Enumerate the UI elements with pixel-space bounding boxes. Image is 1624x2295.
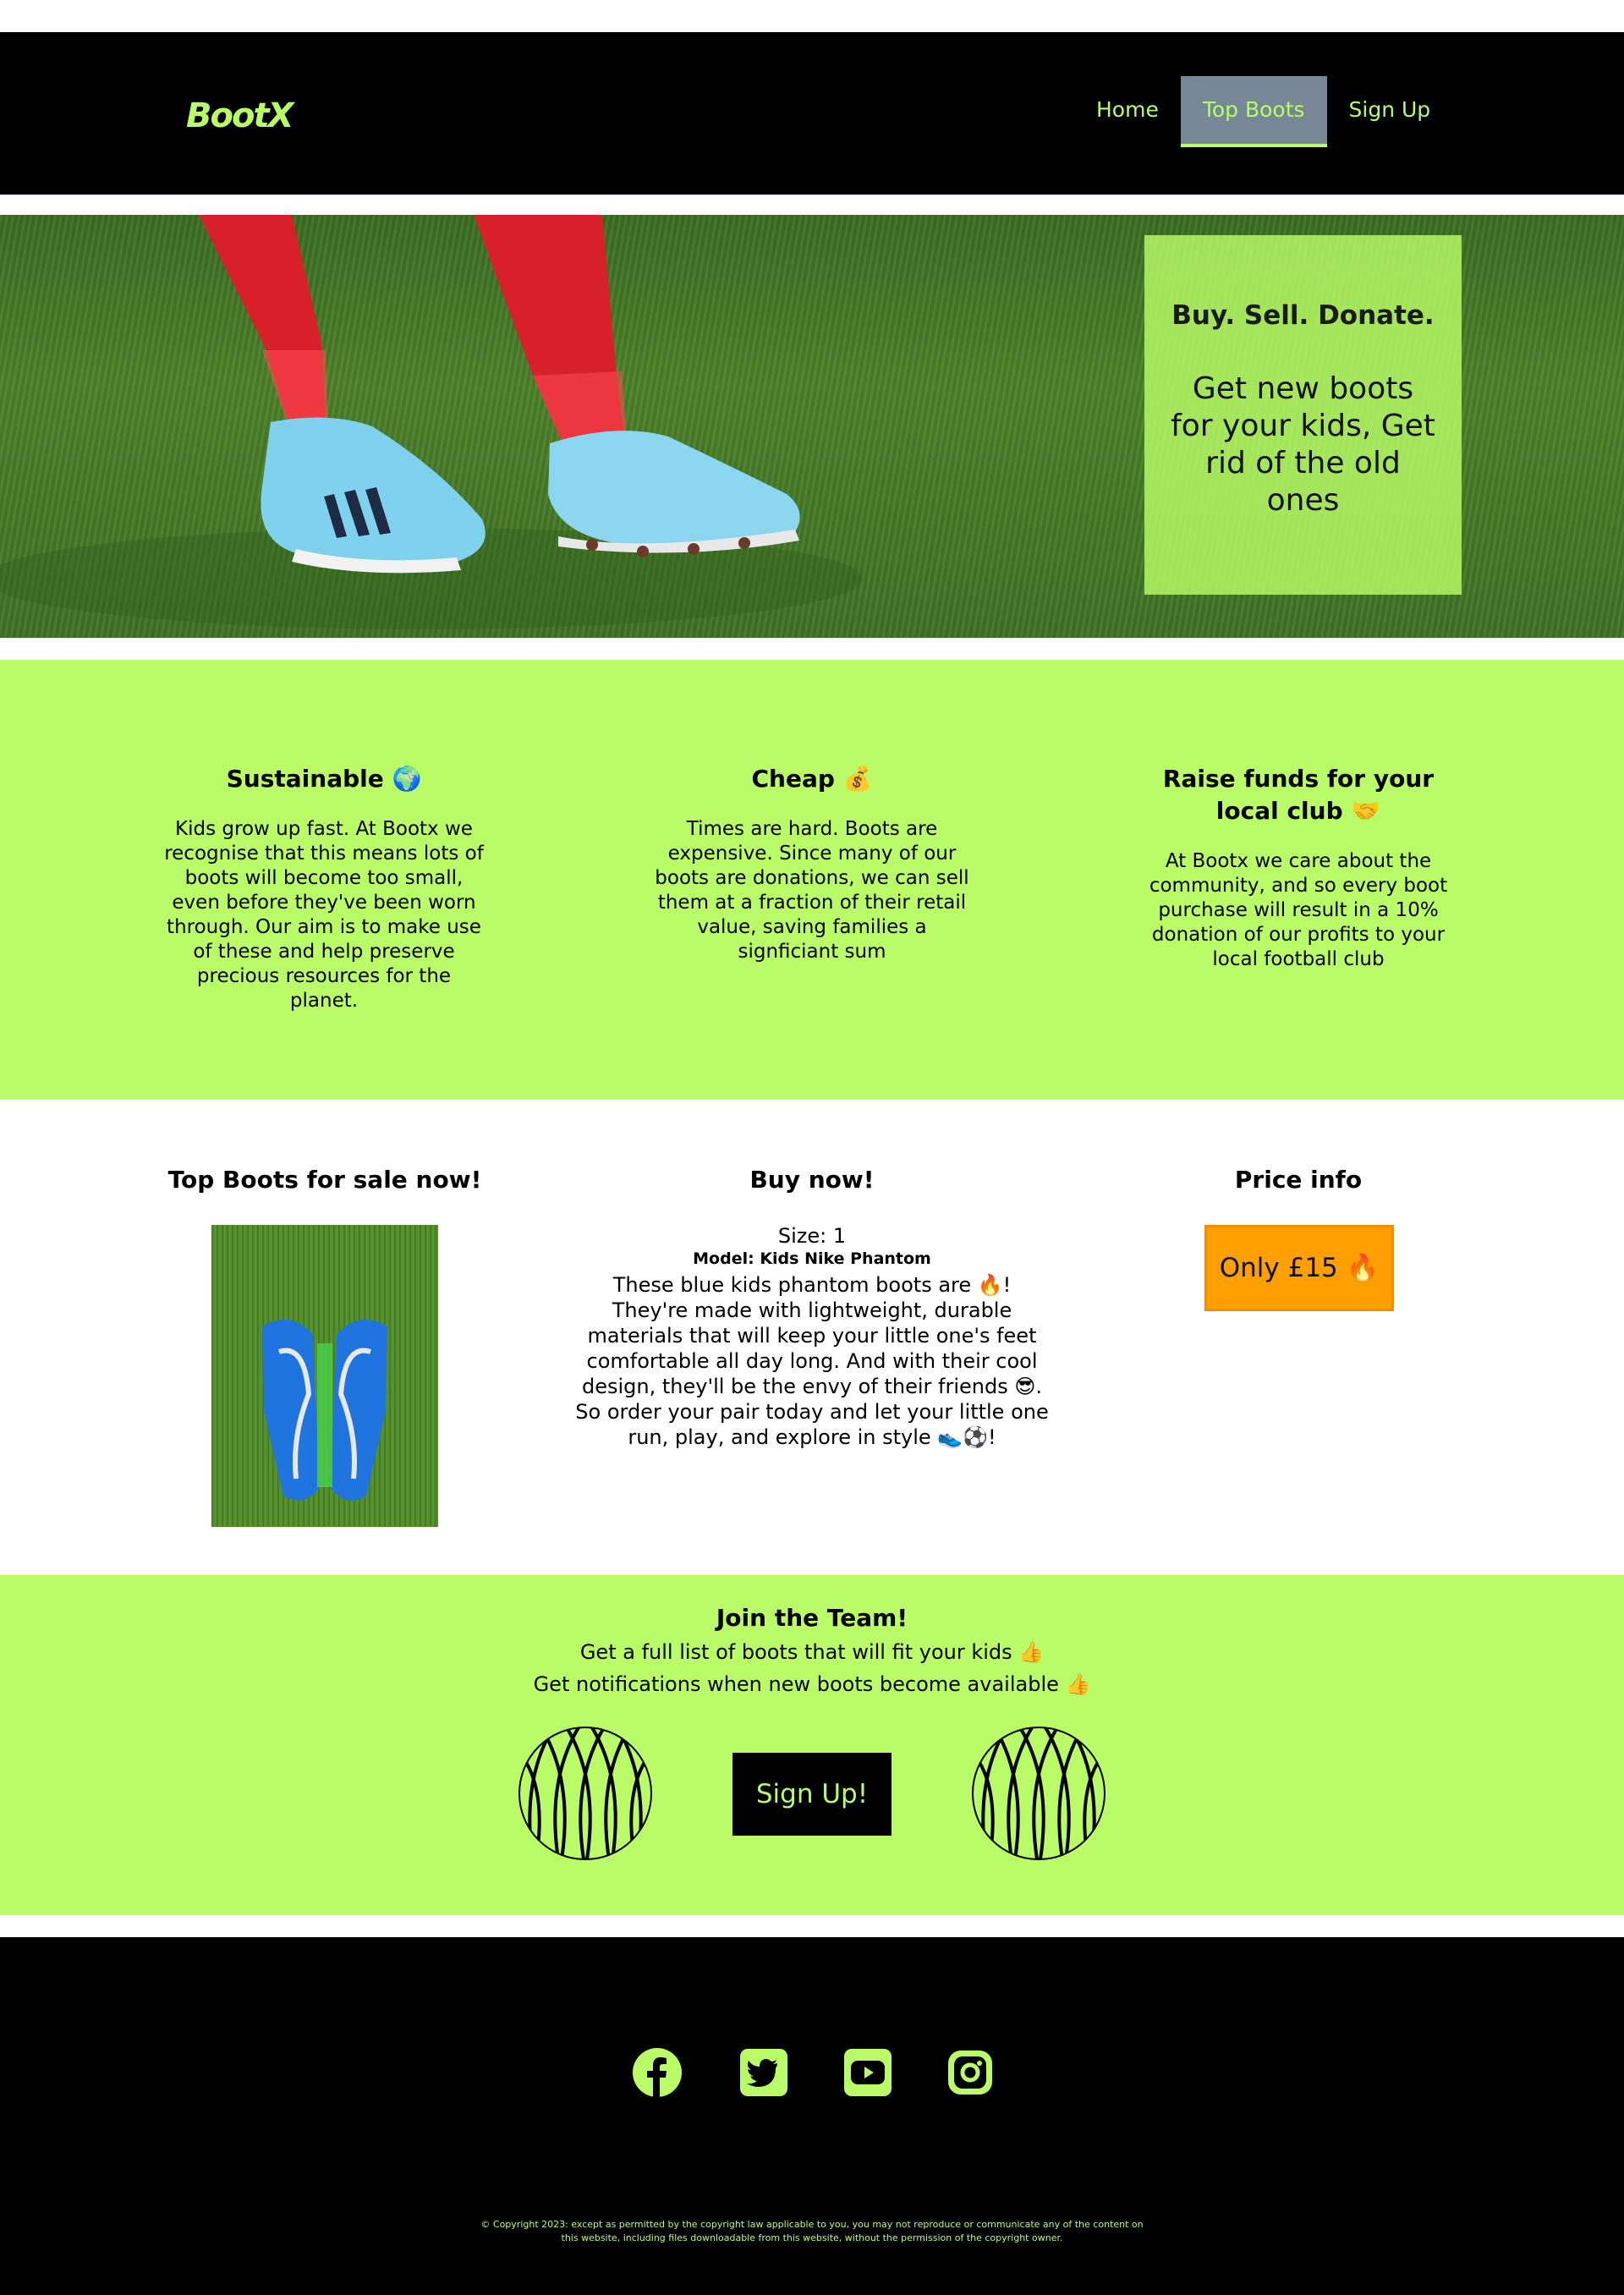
join-title: Join the Team! bbox=[716, 1604, 908, 1632]
join-sign-up-button[interactable]: Sign Up! bbox=[732, 1753, 892, 1836]
twitter-icon[interactable] bbox=[738, 2047, 789, 2098]
bootx-logo[interactable]: BootX bbox=[186, 96, 294, 135]
football-icon bbox=[518, 1727, 652, 1860]
youtube-icon[interactable] bbox=[842, 2047, 893, 2098]
top-boots-title: Top Boots for sale now! bbox=[167, 1166, 482, 1194]
football-icon bbox=[972, 1727, 1106, 1860]
join-section: Join the Team! Get a full list of boots … bbox=[0, 1575, 1624, 1915]
feature-sustainable: Sustainable 🌍 Kids grow up fast. At Boot… bbox=[163, 763, 485, 1013]
feature-text: At Bootx we care about the community, an… bbox=[1149, 850, 1448, 970]
feature-title: Raise funds for your local club 🤝 bbox=[1162, 765, 1435, 825]
feature-cheap: Cheap 💰 Times are hard. Boots are expens… bbox=[647, 763, 977, 964]
copyright-notice: © Copyright 2023: except as permitted by… bbox=[480, 2219, 1144, 2243]
product-section: Top Boots for sale now! Buy now! Size: 1… bbox=[0, 1100, 1624, 1575]
hero-title: Buy. Sell. Donate. bbox=[1171, 300, 1435, 331]
buy-now-title: Buy now! bbox=[749, 1166, 875, 1194]
site-header: BootX Home Top Boots Sign Up bbox=[0, 32, 1624, 195]
feature-text: Times are hard. Boots are expensive. Sin… bbox=[655, 818, 969, 963]
features-section: Sustainable 🌍 Kids grow up fast. At Boot… bbox=[0, 660, 1624, 1100]
join-benefit-2: Get notifications when new boots become … bbox=[533, 1672, 1091, 1696]
price-info-title: Price info bbox=[1234, 1166, 1363, 1194]
nav-sign-up[interactable]: Sign Up bbox=[1327, 76, 1453, 144]
feature-raise-funds: Raise funds for your local club 🤝 At Boo… bbox=[1138, 763, 1459, 972]
nav-home[interactable]: Home bbox=[1074, 76, 1181, 144]
feature-text: Kids grow up fast. At Bootx we recognise… bbox=[164, 818, 484, 1012]
hero-callout: Buy. Sell. Donate. Get new boots for you… bbox=[1144, 235, 1462, 595]
site-footer: © Copyright 2023: except as permitted by… bbox=[0, 1937, 1624, 2295]
facebook-icon[interactable] bbox=[632, 2047, 683, 2098]
price-button[interactable]: Only £15 🔥 bbox=[1204, 1225, 1394, 1311]
feature-title: Sustainable 🌍 bbox=[226, 765, 422, 793]
hero-banner: Buy. Sell. Donate. Get new boots for you… bbox=[0, 215, 1624, 638]
product-details: Size: 1 Model: Kids Nike Phantom These b… bbox=[575, 1223, 1049, 1450]
product-model: Model: Kids Nike Phantom bbox=[693, 1249, 931, 1268]
boot-product-image[interactable] bbox=[211, 1225, 438, 1527]
main-nav: Home Top Boots Sign Up bbox=[1074, 76, 1452, 147]
product-description: These blue kids phantom boots are 🔥! The… bbox=[575, 1273, 1049, 1449]
instagram-icon[interactable] bbox=[945, 2047, 996, 2098]
feature-title: Cheap 💰 bbox=[751, 765, 873, 793]
hero-subtitle: Get new boots for your kids, Get rid of … bbox=[1171, 371, 1435, 518]
join-benefit-1: Get a full list of boots that will fit y… bbox=[579, 1640, 1045, 1664]
nav-top-boots[interactable]: Top Boots bbox=[1180, 76, 1327, 147]
product-size: Size: 1 bbox=[777, 1224, 847, 1248]
